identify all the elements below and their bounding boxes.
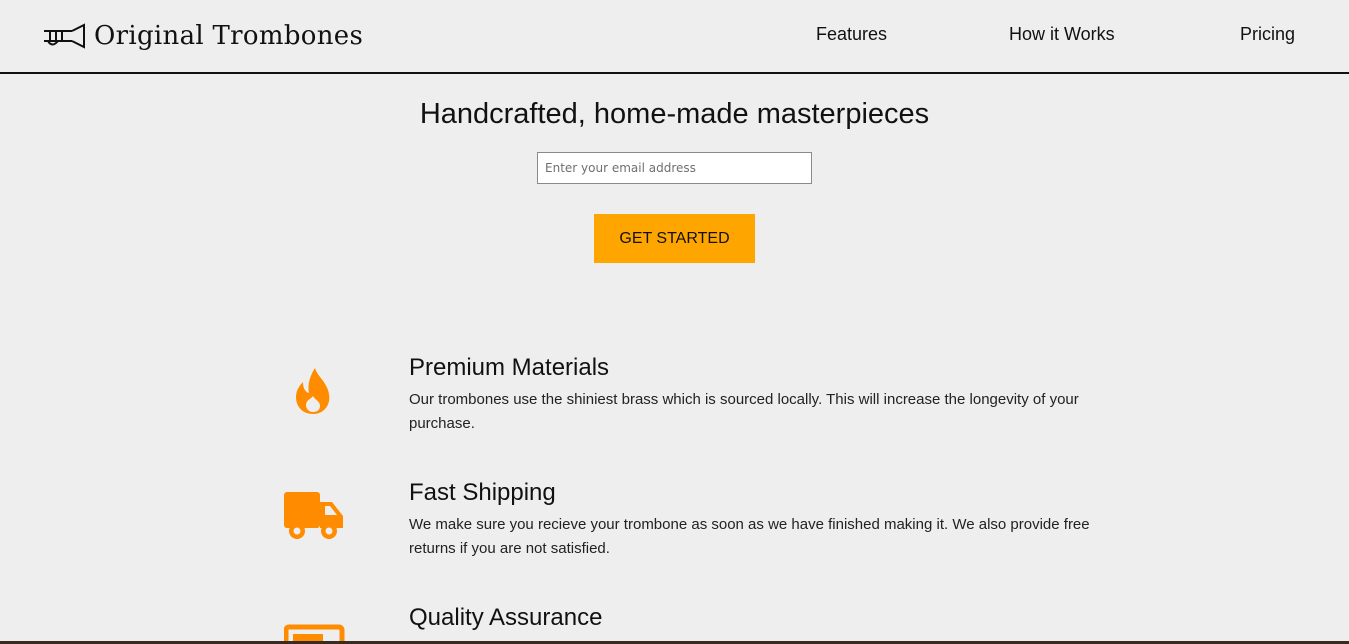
hero-title: Handcrafted, home-made masterpieces bbox=[419, 98, 930, 130]
fire-icon bbox=[296, 368, 330, 414]
nav-link-features[interactable]: Features bbox=[816, 24, 887, 45]
feature-title: Quality Assurance bbox=[409, 604, 603, 631]
feature-premium-materials: Premium Materials Our trombones use the … bbox=[0, 354, 1349, 444]
truck-icon bbox=[284, 492, 343, 539]
trombone-icon bbox=[44, 23, 85, 49]
logo[interactable]: Original Trombones bbox=[42, 18, 363, 54]
landing-page: Original Trombones Features How it Works… bbox=[0, 0, 1349, 644]
nav-link-pricing[interactable]: Pricing bbox=[1240, 24, 1295, 45]
feature-description: Our trombones use the shiniest brass whi… bbox=[409, 391, 1079, 432]
logo-text: Original Trombones bbox=[94, 21, 364, 51]
feature-description: We make sure you recieve your trombone a… bbox=[409, 516, 1090, 557]
nav-link-how-it-works[interactable]: How it Works bbox=[1009, 24, 1115, 45]
feature-title: Premium Materials bbox=[409, 354, 610, 381]
feature-title: Fast Shipping bbox=[409, 479, 556, 506]
site-header: Original Trombones Features How it Works… bbox=[0, 0, 1349, 74]
feature-fast-shipping: Fast Shipping We make sure you recieve y… bbox=[0, 479, 1349, 569]
feature-quality-assurance: Quality Assurance bbox=[0, 604, 1349, 644]
email-input[interactable] bbox=[537, 152, 812, 184]
get-started-button[interactable]: GET STARTED bbox=[594, 214, 755, 263]
